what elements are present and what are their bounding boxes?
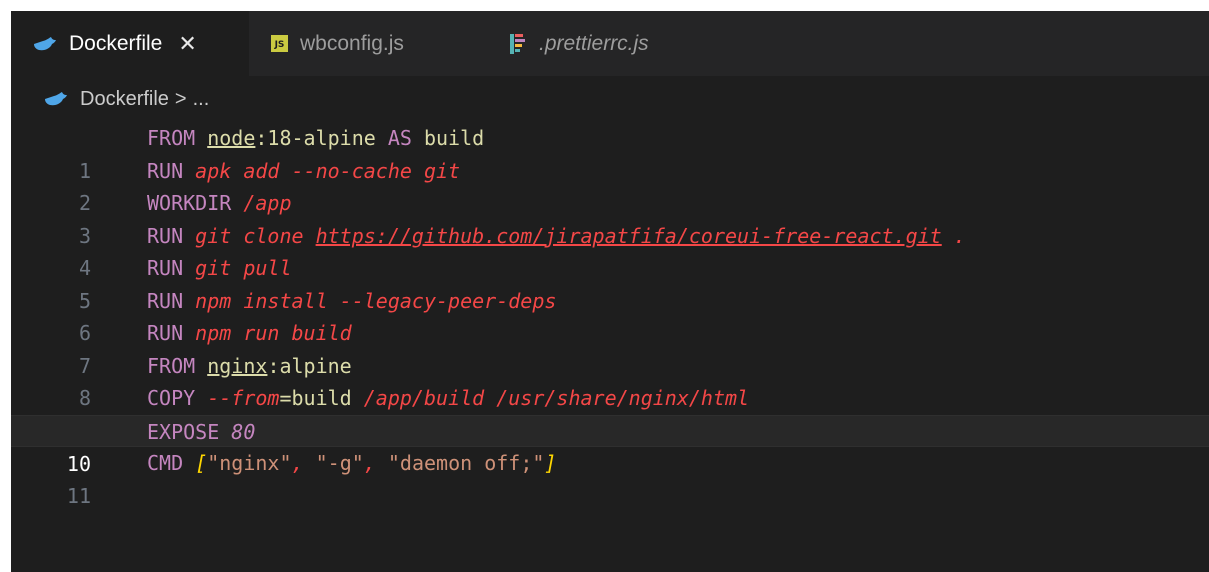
tab-bar: Dockerfile ✕ JS wbconfig.js .prettierrc.…	[11, 11, 1209, 76]
line-content: RUN npm install --legacy-peer-deps	[147, 288, 557, 313]
breadcrumb-more[interactable]: ...	[193, 88, 210, 111]
code-line: 8 FROM nginx:alpine	[11, 350, 1209, 411]
tab-dockerfile[interactable]: Dockerfile ✕	[11, 11, 249, 76]
code-line: 11 CMD ["nginx", "-g", "daemon off;"]	[11, 447, 1209, 508]
code-line: 1 FROM node:18-alpine AS build	[11, 122, 1209, 183]
line-content: RUN npm run build	[147, 321, 352, 345]
code-line-current: 10 EXPOSE 80	[11, 414, 1209, 476]
line-content: FROM nginx:alpine	[147, 353, 352, 378]
code-line: 4 RUN git clone https://github.com/jirap…	[11, 220, 1209, 281]
line-number: 11	[66, 483, 91, 508]
editor-window: Dockerfile ✕ JS wbconfig.js .prettierrc.…	[11, 11, 1209, 572]
repo-url-link: https://github.com/jirapatfifa/coreui-fr…	[315, 223, 942, 248]
code-line: 2 RUN apk add --no-cache git	[11, 155, 1209, 216]
code-line: 7 RUN npm run build	[11, 317, 1209, 378]
line-content: RUN git clone https://github.com/jirapat…	[147, 223, 966, 248]
breadcrumb: Dockerfile > ...	[11, 76, 1209, 122]
close-icon[interactable]: ✕	[178, 31, 196, 57]
tab-wbconfig[interactable]: JS wbconfig.js	[249, 11, 474, 76]
code-line: 9 COPY --from=build /app/build /usr/shar…	[11, 382, 1209, 443]
tab-label: Dockerfile	[69, 31, 163, 55]
code-area[interactable]: 1 FROM node:18-alpine AS build 2 RUN apk…	[11, 122, 1209, 508]
code-line: 5 RUN git pull	[11, 252, 1209, 313]
tab-label: wbconfig.js	[300, 31, 404, 55]
line-content: RUN git pull	[147, 256, 292, 280]
code-line: 6 RUN npm install --legacy-peer-deps	[11, 285, 1209, 346]
line-content: CMD ["nginx", "-g", "daemon off;"]	[147, 451, 557, 475]
line-content: RUN apk add --no-cache git	[147, 158, 461, 183]
prettier-icon	[510, 33, 527, 55]
tab-label: .prettierrc.js	[539, 31, 649, 55]
js-badge: JS	[271, 35, 288, 52]
line-content: FROM node:18-alpine AS build	[147, 126, 485, 150]
docker-icon	[33, 36, 57, 52]
breadcrumb-file[interactable]: Dockerfile	[80, 88, 169, 111]
tab-prettierrc[interactable]: .prettierrc.js	[474, 11, 732, 76]
code-line: 3 WORKDIR /app	[11, 187, 1209, 248]
line-content: COPY --from=build /app/build /usr/share/…	[147, 386, 750, 410]
breadcrumb-separator: >	[174, 87, 187, 110]
line-content: EXPOSE 80	[147, 419, 256, 444]
line-content: WORKDIR /app	[147, 191, 292, 215]
docker-icon	[44, 91, 68, 107]
js-file-icon: JS	[271, 35, 288, 52]
